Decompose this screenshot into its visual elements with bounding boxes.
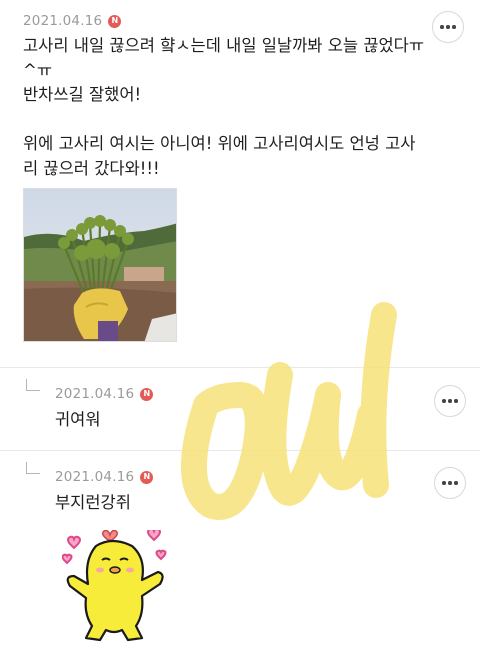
- chick-sticker-image: [61, 527, 167, 642]
- dot-icon: [454, 399, 458, 403]
- new-badge: N: [140, 470, 154, 484]
- new-badge: N: [140, 387, 154, 401]
- dot-icon: [448, 481, 452, 485]
- comment-meta: 2021.04.16 N: [55, 469, 154, 485]
- post-body-text: 고사리 내일 끊으려 햨ㅅ는데 내일 일날까봐 오늘 끊었다ㅠ ^ㅠ 반차쓰길 …: [23, 36, 425, 178]
- divider: [0, 367, 480, 368]
- post: 2021.04.16 N 고사리 내일 끊으려 햨ㅅ는데 내일 일날까봐 오늘 …: [0, 0, 480, 365]
- new-badge: N: [108, 14, 122, 28]
- reply-arrow-icon: [26, 379, 40, 391]
- comment-more-button[interactable]: [434, 385, 466, 417]
- comment-date: 2021.04.16: [55, 386, 135, 402]
- dot-icon: [448, 399, 452, 403]
- dot-icon: [442, 481, 446, 485]
- post-more-button[interactable]: [432, 11, 464, 43]
- post-meta: 2021.04.16 N: [23, 13, 122, 29]
- comment-more-button[interactable]: [434, 467, 466, 499]
- comment-text: 귀여워: [55, 410, 101, 429]
- chick-sticker: [61, 527, 168, 642]
- comment-date: 2021.04.16: [55, 469, 135, 485]
- dot-icon: [442, 399, 446, 403]
- divider: [0, 450, 480, 451]
- dot-icon: [440, 25, 444, 29]
- reply-arrow-icon: [26, 462, 40, 474]
- dot-icon: [446, 25, 450, 29]
- post-photo[interactable]: [23, 188, 177, 342]
- post-date: 2021.04.16: [23, 13, 103, 29]
- fern-photo-image: [24, 189, 176, 341]
- comment-text: 부지런강쥐: [55, 493, 131, 512]
- dot-icon: [454, 481, 458, 485]
- dot-icon: [452, 25, 456, 29]
- comment-meta: 2021.04.16 N: [55, 386, 154, 402]
